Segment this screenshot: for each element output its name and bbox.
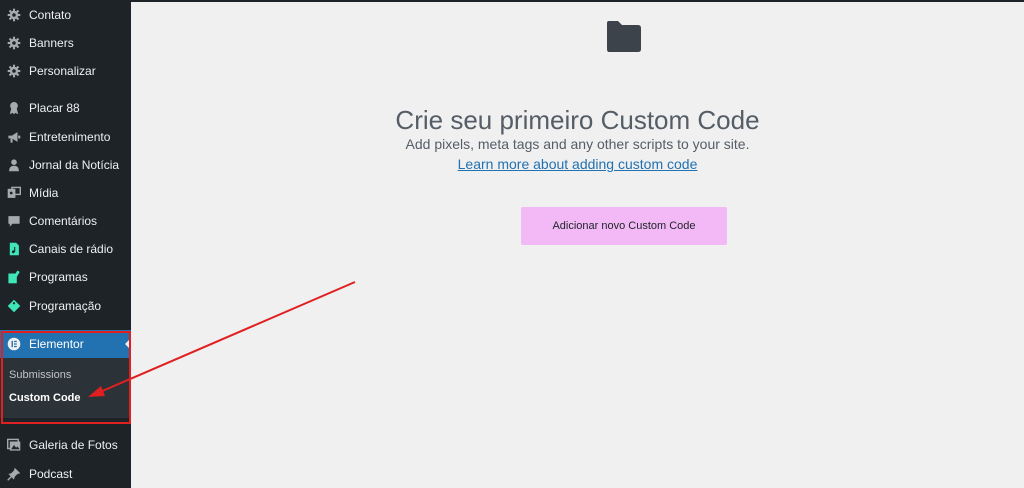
top-border	[0, 0, 1024, 2]
sidebar-item-comentarios[interactable]: Comentários	[0, 209, 131, 233]
sidebar-item-label: Placar 88	[29, 101, 80, 115]
megaphone-icon	[7, 130, 21, 144]
media-icon	[7, 186, 21, 200]
sidebar-item-galeria[interactable]: Galeria de Fotos	[0, 433, 131, 457]
award-icon	[7, 101, 21, 115]
page-title: Crie seu primeiro Custom Code	[395, 105, 760, 136]
sidebar-item-label: Comentários	[29, 214, 98, 228]
user-icon	[7, 158, 21, 172]
tag-icon	[7, 299, 21, 313]
sidebar-item-placar[interactable]: Placar 88	[0, 96, 131, 120]
sidebar-item-label: Contato	[29, 8, 72, 22]
gear-icon	[7, 8, 21, 22]
submenu-item-submissions[interactable]: Submissions	[9, 369, 71, 381]
gear-icon	[7, 36, 21, 50]
page-description: Add pixels, meta tags and any other scri…	[405, 136, 750, 152]
sidebar-item-label: Galeria de Fotos	[29, 438, 118, 452]
gear-icon	[7, 64, 21, 78]
sidebar-item-jornal[interactable]: Jornal da Notícia	[0, 153, 131, 177]
main-content: Crie seu primeiro Custom Code Add pixels…	[131, 0, 1024, 488]
comment-icon	[7, 214, 21, 228]
sidebar-item-label: Canais de rádio	[29, 242, 114, 256]
learn-more-link[interactable]: Learn more about adding custom code	[131, 156, 1024, 172]
sidebar-item-label: Mídia	[29, 186, 59, 200]
sidebar-item-banners[interactable]: Banners	[0, 31, 131, 55]
admin-sidebar: Contato Banners Personalizar Placar 88 E…	[0, 0, 131, 488]
edit-page-icon	[7, 270, 21, 284]
sidebar-item-programas[interactable]: Programas	[0, 265, 131, 289]
sidebar-item-label: Programas	[29, 270, 88, 284]
sidebar-item-label: Programação	[29, 299, 102, 313]
submenu-item-custom-code[interactable]: Custom Code	[9, 392, 81, 404]
elementor-submenu: Submissions Custom Code	[0, 358, 131, 418]
elementor-icon	[7, 337, 21, 351]
sidebar-item-programacao[interactable]: Programação	[0, 294, 131, 318]
sidebar-item-label: Personalizar	[29, 64, 96, 78]
audio-file-icon	[7, 242, 21, 256]
sidebar-item-elementor[interactable]: Elementor	[0, 330, 131, 358]
gallery-icon	[7, 438, 21, 452]
sidebar-item-canais[interactable]: Canais de rádio	[0, 237, 131, 261]
add-custom-code-button[interactable]: Adicionar novo Custom Code	[521, 207, 727, 245]
sidebar-item-label: Banners	[29, 36, 74, 50]
sidebar-item-label: Elementor	[29, 337, 84, 351]
sidebar-item-label: Podcast	[29, 467, 73, 481]
sidebar-item-personalizar[interactable]: Personalizar	[0, 59, 131, 83]
folder-icon	[604, 20, 643, 58]
pin-icon	[7, 467, 21, 481]
sidebar-item-label: Entretenimento	[29, 130, 111, 144]
sidebar-item-midia[interactable]: Mídia	[0, 181, 131, 205]
sidebar-item-entretenimento[interactable]: Entretenimento	[0, 125, 131, 149]
sidebar-item-contato[interactable]: Contato	[0, 3, 131, 27]
sidebar-item-podcast[interactable]: Podcast	[0, 462, 131, 486]
sidebar-item-label: Jornal da Notícia	[29, 158, 120, 172]
